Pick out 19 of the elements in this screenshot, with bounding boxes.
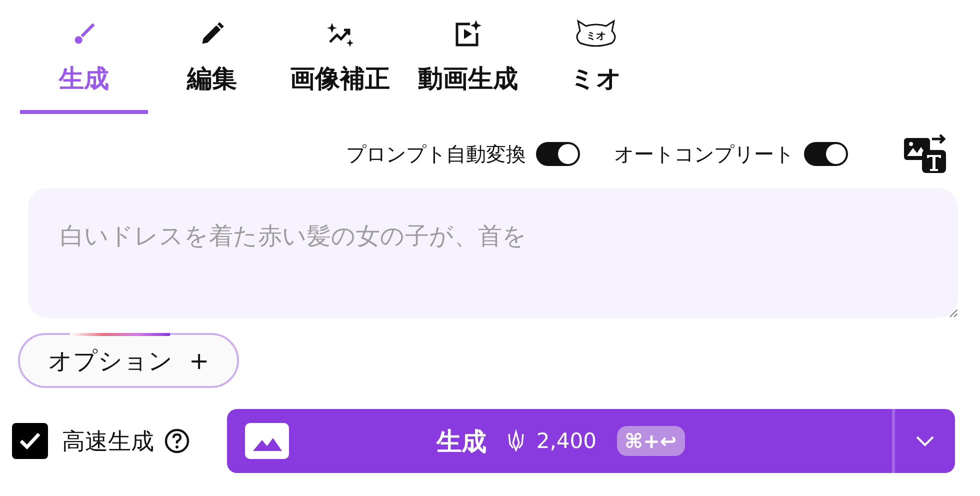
checkbox[interactable] bbox=[12, 423, 48, 459]
toggle-switch[interactable] bbox=[536, 142, 580, 166]
tab[interactable]: 画像補正 bbox=[276, 14, 404, 114]
checkbox-label: 高速生成 bbox=[62, 428, 154, 456]
sparkle-chart-icon bbox=[326, 21, 354, 47]
tab[interactable]: 生成 bbox=[20, 14, 148, 114]
tab[interactable]: 動画生成 bbox=[404, 14, 532, 114]
toggle-switch[interactable] bbox=[804, 142, 848, 166]
prompt-field[interactable]: 白いドレスを着た赤い髪の女の子が、首を bbox=[28, 188, 958, 318]
image-icon bbox=[245, 423, 289, 459]
tab[interactable]: ミオ ミオ bbox=[532, 14, 660, 114]
toggle-label: オートコンプリート bbox=[614, 140, 794, 168]
chevron-down-icon bbox=[915, 435, 935, 447]
help-icon[interactable] bbox=[164, 428, 190, 454]
video-sparkle-icon bbox=[454, 20, 482, 48]
tab[interactable]: 編集 bbox=[148, 14, 276, 114]
toggle-label: プロンプト自動変換 bbox=[346, 140, 526, 168]
image-to-text-icon[interactable] bbox=[902, 134, 948, 174]
options-button[interactable]: オプション + bbox=[18, 333, 240, 388]
